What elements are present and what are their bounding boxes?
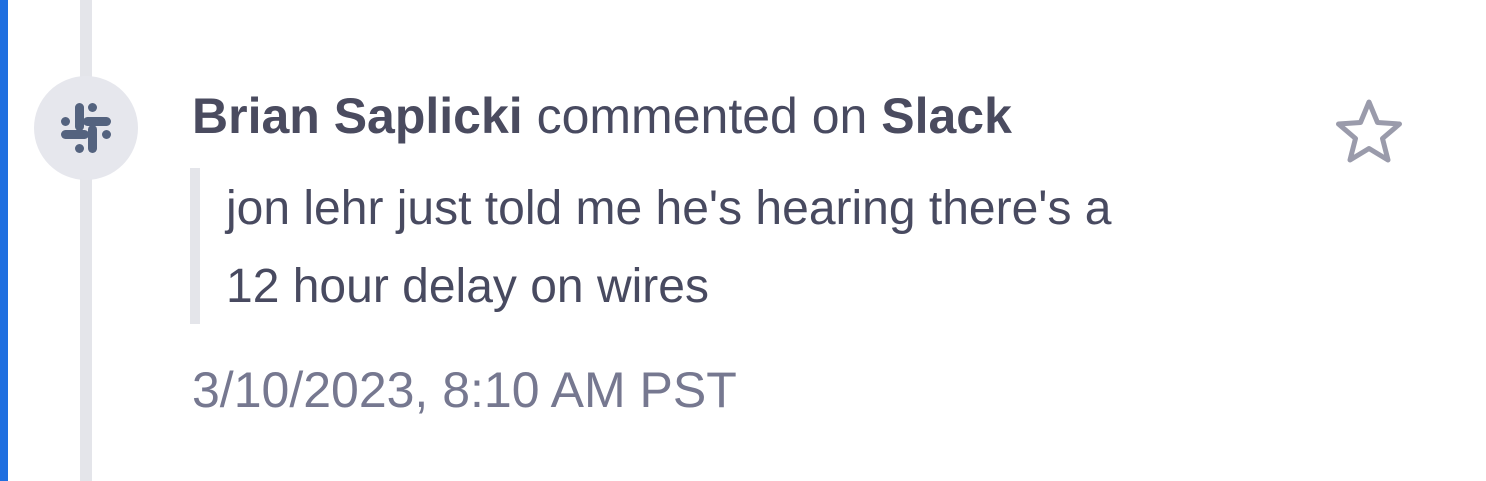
star-outline-icon: [1334, 99, 1404, 168]
activity-action: commented on: [522, 88, 882, 144]
selection-accent-bar: [0, 0, 8, 481]
timestamp: 3/10/2023, 8:10 AM PST: [192, 362, 737, 418]
favorite-button[interactable]: [1334, 98, 1404, 164]
comment-line-1: jon lehr just told me he's hearing there…: [226, 182, 1112, 235]
comment-text: jon lehr just told me he's hearing there…: [226, 170, 1336, 326]
comment-line-2: 12 hour delay on wires: [226, 260, 709, 313]
activity-feed-item: Brian Saplicki commented on Slack jon le…: [0, 0, 1486, 481]
timeline-line: [80, 0, 92, 481]
author-name[interactable]: Brian Saplicki: [192, 88, 523, 144]
source-name[interactable]: Slack: [881, 88, 1012, 144]
comment-quote: jon lehr just told me he's hearing there…: [190, 168, 1336, 324]
slack-icon: [59, 101, 113, 155]
activity-header: Brian Saplicki commented on Slack: [192, 84, 1012, 148]
source-avatar: [34, 76, 138, 180]
